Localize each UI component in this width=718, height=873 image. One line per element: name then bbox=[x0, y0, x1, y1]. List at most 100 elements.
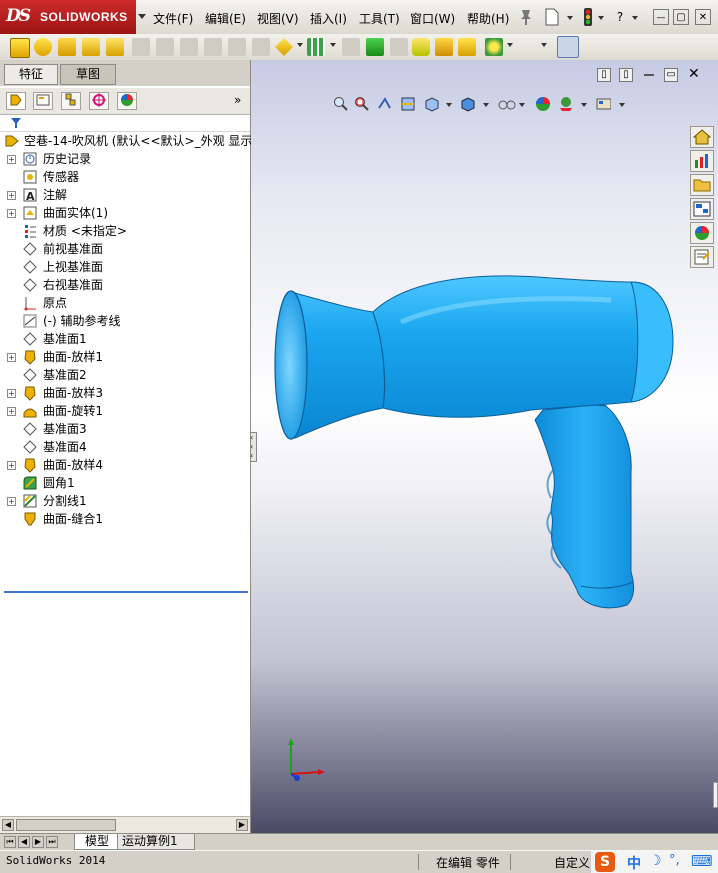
curves-dropdown-icon[interactable] bbox=[541, 43, 547, 47]
lofted-surface-icon[interactable] bbox=[82, 38, 100, 56]
menu-view[interactable]: 视图(V) bbox=[257, 10, 299, 27]
tree-item[interactable]: 基准面2 bbox=[0, 366, 250, 384]
help-icon[interactable]: ? bbox=[612, 9, 628, 25]
fill-surface-icon[interactable] bbox=[307, 38, 325, 56]
tab-next-icon[interactable]: ▶ bbox=[32, 836, 44, 848]
menu-edit[interactable]: 编辑(E) bbox=[205, 10, 246, 27]
menu-tools[interactable]: 工具(T) bbox=[359, 10, 400, 27]
punctuation-icon[interactable]: °, bbox=[669, 853, 680, 868]
disabled-tool-6-icon[interactable] bbox=[252, 38, 270, 56]
instant3d-toggle-icon[interactable] bbox=[557, 36, 579, 58]
disabled-tool-4-icon[interactable] bbox=[204, 38, 222, 56]
disabled-tool-7-icon[interactable] bbox=[342, 38, 360, 56]
tree-item[interactable]: 基准面1 bbox=[0, 330, 250, 348]
custom-properties-icon[interactable] bbox=[690, 246, 714, 268]
tree-item[interactable]: (-) 辅助参考线 bbox=[0, 312, 250, 330]
expand-icon[interactable]: + bbox=[7, 461, 16, 470]
tree-item[interactable]: 上视基准面 bbox=[0, 258, 250, 276]
scroll-right-icon[interactable]: ▶ bbox=[236, 819, 248, 831]
disabled-tool-3-icon[interactable] bbox=[180, 38, 198, 56]
scroll-thumb[interactable] bbox=[16, 819, 116, 831]
tree-item[interactable]: 材质 <未指定> bbox=[0, 222, 250, 240]
tree-item[interactable]: + 曲面-放样1 bbox=[0, 348, 250, 366]
revolved-surface-icon[interactable] bbox=[34, 38, 52, 56]
tab-model[interactable]: 模型 bbox=[74, 834, 120, 850]
tree-item[interactable]: + 曲面-旋转1 bbox=[0, 402, 250, 420]
property-manager-icon[interactable] bbox=[33, 92, 53, 110]
viewport-edge-tab[interactable] bbox=[713, 782, 718, 808]
menu-window[interactable]: 窗口(W) bbox=[410, 10, 455, 27]
help-dropdown-icon[interactable] bbox=[632, 16, 638, 20]
minimize-button[interactable]: — bbox=[653, 9, 669, 25]
planar-dropdown-icon[interactable] bbox=[297, 43, 303, 47]
knit-surface-icon[interactable] bbox=[412, 38, 430, 56]
tree-rollback-bar[interactable] bbox=[4, 591, 248, 593]
disabled-tool-1-icon[interactable] bbox=[132, 38, 150, 56]
tree-item[interactable]: 原点 bbox=[0, 294, 250, 312]
tree-item[interactable]: 传感器 bbox=[0, 168, 250, 186]
tab-prev-icon[interactable]: ◀ bbox=[18, 836, 30, 848]
extruded-surface-icon[interactable] bbox=[10, 38, 30, 58]
tree-item[interactable]: 右视基准面 bbox=[0, 276, 250, 294]
fill-dropdown-icon[interactable] bbox=[330, 43, 336, 47]
tree-item[interactable]: + 历史记录 bbox=[0, 150, 250, 168]
tab-motion-study[interactable]: 运动算例1 bbox=[117, 834, 195, 850]
solidworks-logo[interactable]: DS SOLIDWORKS bbox=[0, 0, 136, 34]
hair-dryer-model[interactable] bbox=[251, 60, 718, 833]
new-document-icon[interactable] bbox=[545, 8, 559, 26]
panel-splitter-handle[interactable]: ‹‹‹ bbox=[251, 432, 257, 462]
tree-item[interactable]: + A 注解 bbox=[0, 186, 250, 204]
tree-item[interactable]: 圆角1 bbox=[0, 474, 250, 492]
file-explorer-icon[interactable] bbox=[690, 174, 714, 196]
expand-icon[interactable]: + bbox=[7, 353, 16, 362]
disabled-tool-8-icon[interactable] bbox=[390, 38, 408, 56]
tree-item[interactable]: 前视基准面 bbox=[0, 240, 250, 258]
appearances-icon[interactable] bbox=[690, 222, 714, 244]
trim-surface-icon[interactable] bbox=[435, 38, 453, 56]
tab-features[interactable]: 特征 bbox=[4, 64, 58, 85]
tree-item[interactable]: + 曲面-放样4 bbox=[0, 456, 250, 474]
display-manager-icon[interactable] bbox=[117, 92, 137, 110]
keyboard-icon[interactable]: ⌨ bbox=[691, 852, 713, 870]
tree-item[interactable]: 基准面3 bbox=[0, 420, 250, 438]
planar-surface-icon[interactable] bbox=[275, 38, 293, 56]
sogou-logo-icon[interactable]: S bbox=[595, 852, 615, 872]
solidworks-resources-icon[interactable] bbox=[690, 126, 714, 148]
expand-icon[interactable]: + bbox=[7, 155, 16, 164]
tree-item[interactable]: + 曲面-放样3 bbox=[0, 384, 250, 402]
menu-help[interactable]: 帮助(H) bbox=[467, 10, 509, 27]
new-dropdown-icon[interactable] bbox=[567, 16, 573, 20]
expand-icon[interactable]: + bbox=[7, 497, 16, 506]
scroll-left-icon[interactable]: ◀ bbox=[2, 819, 14, 831]
restore-button[interactable]: ▢ bbox=[673, 9, 689, 25]
tree-item[interactable]: 曲面-缝合1 bbox=[0, 510, 250, 528]
design-library-icon[interactable] bbox=[690, 150, 714, 172]
filter-icon[interactable] bbox=[10, 117, 22, 129]
reference-geometry-icon[interactable] bbox=[485, 38, 503, 56]
status-units[interactable]: 自定义 bbox=[554, 854, 590, 871]
tree-item[interactable]: + 分割线1 bbox=[0, 492, 250, 510]
offset-surface-icon[interactable] bbox=[366, 38, 384, 56]
disabled-tool-2-icon[interactable] bbox=[156, 38, 174, 56]
horizontal-scrollbar[interactable]: ◀ ▶ bbox=[0, 816, 250, 833]
pin-icon[interactable] bbox=[518, 8, 534, 26]
logo-dropdown-icon[interactable] bbox=[138, 14, 146, 19]
swept-surface-icon[interactable] bbox=[58, 38, 76, 56]
configuration-manager-icon[interactable] bbox=[61, 92, 81, 110]
feature-tree-icon[interactable] bbox=[6, 92, 26, 110]
tree-filter[interactable] bbox=[0, 115, 250, 132]
menu-file[interactable]: 文件(F) bbox=[153, 10, 193, 27]
tree-item[interactable]: + 曲面实体(1) bbox=[0, 204, 250, 222]
graphics-area[interactable]: ▯ ▯ ▭ ✕ bbox=[251, 60, 718, 833]
expand-icon[interactable]: + bbox=[7, 191, 16, 200]
boundary-surface-icon[interactable] bbox=[106, 38, 124, 56]
options-dropdown-icon[interactable] bbox=[598, 16, 604, 20]
reference-dropdown-icon[interactable] bbox=[507, 43, 513, 47]
expand-icon[interactable]: + bbox=[7, 389, 16, 398]
view-palette-icon[interactable] bbox=[690, 198, 714, 220]
expand-icon[interactable]: + bbox=[7, 407, 16, 416]
disabled-tool-5-icon[interactable] bbox=[228, 38, 246, 56]
dimxpert-manager-icon[interactable] bbox=[89, 92, 109, 110]
traffic-light-icon[interactable] bbox=[583, 7, 593, 27]
tab-first-icon[interactable]: ⏮ bbox=[4, 836, 16, 848]
